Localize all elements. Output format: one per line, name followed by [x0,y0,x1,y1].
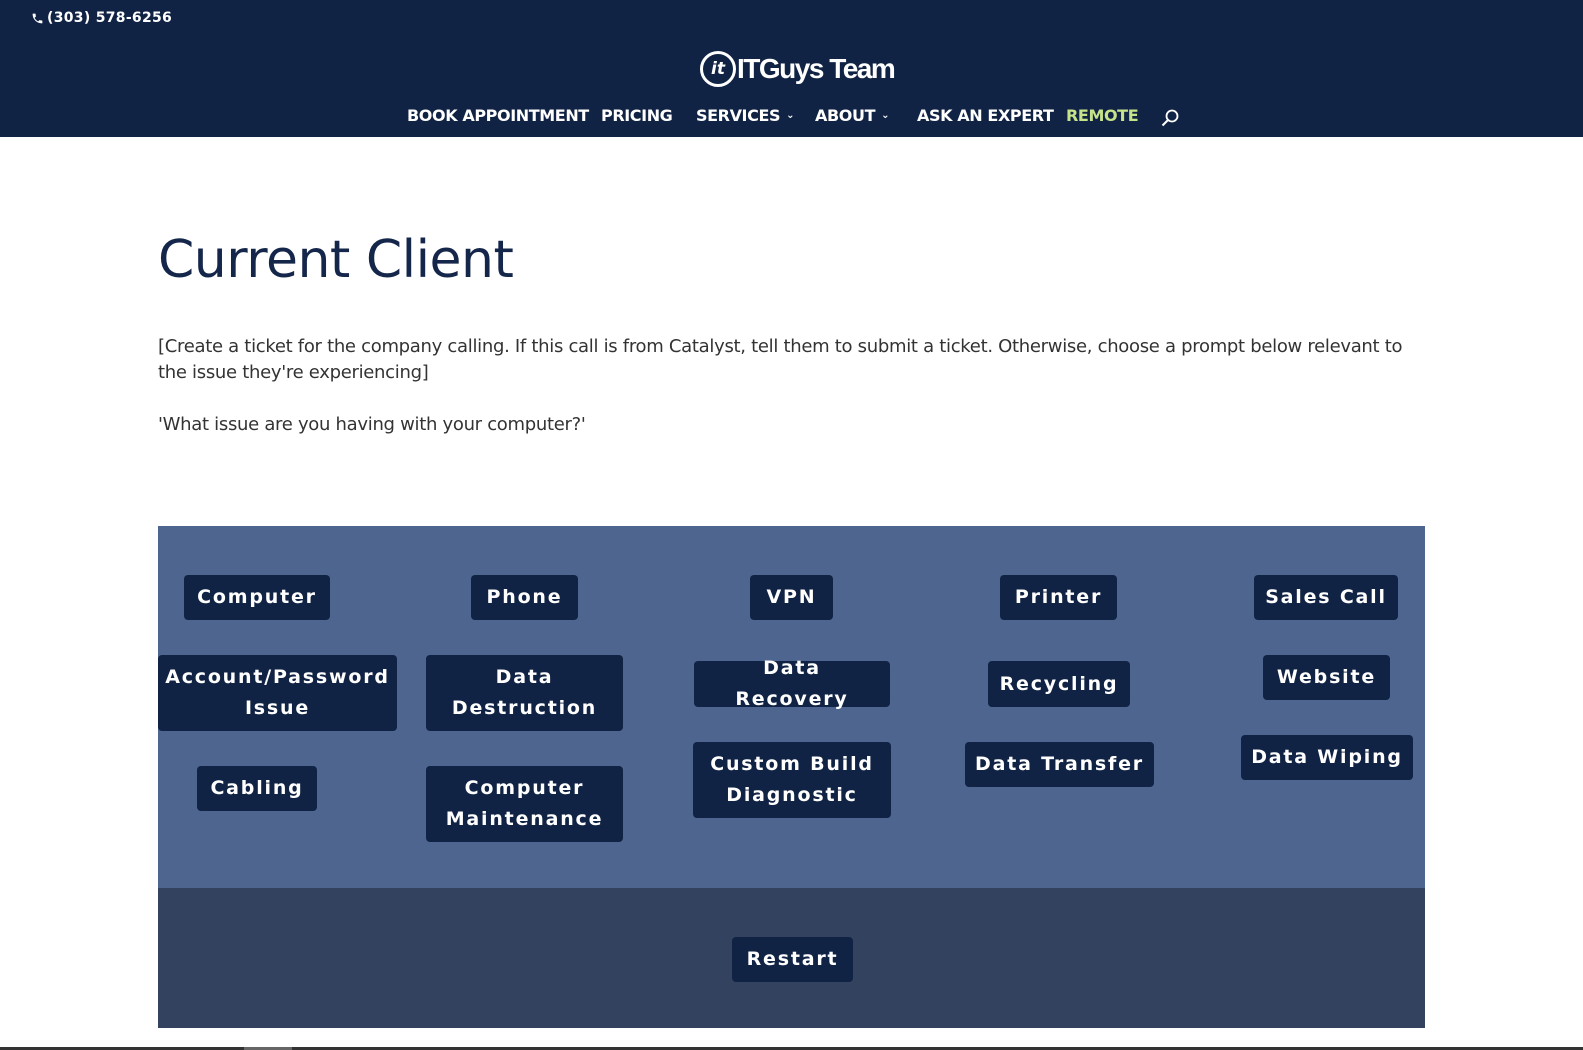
nav-label: BOOK APPOINTMENT [407,106,589,125]
printer-button[interactable]: Printer [1000,575,1117,620]
data-wiping-button[interactable]: Data Wiping [1241,735,1413,780]
site-logo[interactable]: it ITGuys Team [700,51,896,87]
chevron-down-icon: ⌄ [786,110,795,121]
sales-call-button[interactable]: Sales Call [1254,575,1398,620]
logo-mark: it [700,51,736,87]
data-recovery-button[interactable]: Data Recovery [694,657,890,710]
main-nav: BOOK APPOINTMENT PRICING SERVICES ⌄ ABOU… [0,106,1583,130]
phone-number-text: (303) 578-6256 [47,10,173,26]
nav-remote[interactable]: REMOTE [1066,106,1139,125]
chevron-down-icon: ⌄ [881,110,890,121]
nav-services[interactable]: SERVICES ⌄ [696,106,794,125]
cabling-button[interactable]: Cabling [197,766,317,811]
nav-pricing[interactable]: PRICING [601,106,673,125]
nav-label: ABOUT [815,106,876,125]
website-button[interactable]: Website [1263,655,1390,700]
custom-build-diagnostic-button[interactable]: Custom Build Diagnostic [693,742,891,818]
nav-ask-an-expert[interactable]: ASK AN EXPERT [917,106,1054,125]
instruction-text: [Create a ticket for the company calling… [158,336,1403,383]
nav-label: ASK AN EXPERT [917,106,1054,125]
nav-label: SERVICES [696,106,781,125]
phone-number[interactable]: (303) 578-6256 [31,10,172,26]
vpn-button[interactable]: VPN [750,575,833,620]
nav-label: PRICING [601,106,673,125]
computer-maintenance-button[interactable]: Computer Maintenance [426,766,623,842]
search-icon[interactable] [1160,108,1180,128]
computer-button[interactable]: Computer [184,575,330,620]
phone-button[interactable]: Phone [471,575,578,620]
data-destruction-button[interactable]: Data Destruction [426,655,623,731]
site-header: (303) 578-6256 it ITGuys Team BOOK APPOI… [0,0,1583,137]
account-password-issue-button[interactable]: Account/Password Issue [158,655,397,731]
restart-button[interactable]: Restart [732,937,853,982]
nav-label: REMOTE [1066,106,1139,125]
recycling-button[interactable]: Recycling [988,661,1130,707]
phone-icon [32,13,43,23]
prompt-text: 'What issue are you having with your com… [158,414,586,435]
nav-book-appointment[interactable]: BOOK APPOINTMENT [407,106,589,125]
logo-text: ITGuys Team [737,53,896,84]
page-title: Current Client [158,230,514,290]
data-transfer-button[interactable]: Data Transfer [965,742,1154,787]
nav-about[interactable]: ABOUT ⌄ [815,106,889,125]
